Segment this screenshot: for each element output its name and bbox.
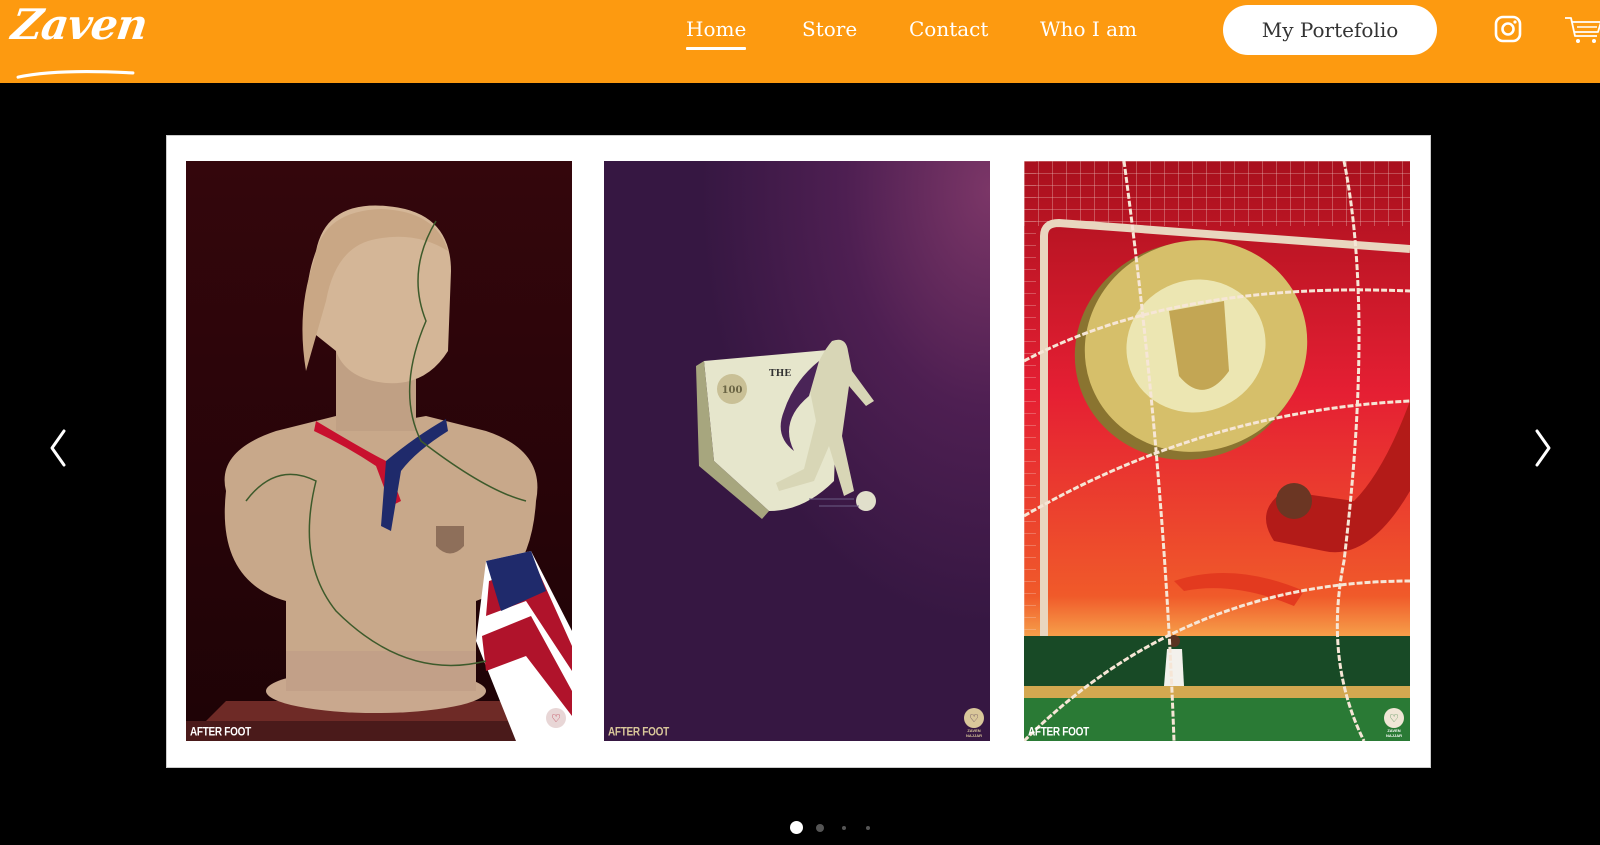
poster-label: AFTER FOOT [1028, 726, 1089, 739]
nav-home[interactable]: Home [686, 14, 747, 50]
bill-text: THE [769, 369, 791, 379]
pagination-dot-1-active[interactable] [790, 821, 803, 834]
slide-frame: AFTER FOOT ♡ ZAVEN NAJJAR 100 THE AFTER … [166, 135, 1431, 768]
portugal-coin-illustration [1024, 161, 1410, 741]
poster-portugal-coin[interactable]: AFTER FOOT ♡ ZAVEN NAJJAR [1024, 161, 1410, 741]
pagination-dot-3[interactable] [842, 826, 846, 830]
banknote-player-illustration: 100 THE [604, 161, 990, 741]
heart-logo-icon: ♡ [964, 708, 984, 728]
logo-text: Zaven [8, 0, 150, 49]
heart-logo-icon: ♡ [546, 708, 566, 728]
artist-badge: ♡ ZAVEN NAJJAR [545, 708, 567, 738]
pagination-dot-2[interactable] [816, 824, 824, 832]
artist-signature: ZAVEN NAJJAR [1385, 728, 1402, 738]
site-header: Zaven Home Store Contact Who I am My Por… [0, 0, 1600, 83]
poster-label: AFTER FOOT [608, 726, 669, 739]
nav-store[interactable]: Store [802, 14, 857, 44]
gallery-slider: AFTER FOOT ♡ ZAVEN NAJJAR 100 THE AFTER … [0, 83, 1600, 845]
poster-banknote-player[interactable]: 100 THE AFTER FOOT ♡ ZAVEN NAJJAR [604, 161, 990, 741]
poster-bust[interactable]: AFTER FOOT ♡ ZAVEN NAJJAR [186, 161, 572, 741]
nav-who-i-am[interactable]: Who I am [1040, 14, 1137, 44]
artist-signature: ZAVEN NAJJAR [547, 728, 564, 738]
chevron-left-icon [50, 429, 66, 467]
nav-contact[interactable]: Contact [909, 14, 988, 44]
cart-icon[interactable] [1563, 14, 1600, 46]
my-portfolio-button[interactable]: My Portefolio [1223, 5, 1437, 55]
pagination-dot-4[interactable] [866, 826, 870, 830]
bill-value-text: 100 [722, 385, 743, 396]
artist-signature: ZAVEN NAJJAR [965, 728, 982, 738]
chevron-right-icon [1535, 429, 1551, 467]
instagram-icon[interactable] [1494, 15, 1522, 43]
artist-badge: ♡ ZAVEN NAJJAR [1383, 708, 1405, 738]
artist-badge: ♡ ZAVEN NAJJAR [963, 708, 985, 738]
slider-next-button[interactable] [1523, 423, 1563, 473]
zaven-logo[interactable]: Zaven [6, 0, 150, 79]
heart-logo-icon: ♡ [1384, 708, 1404, 728]
bust-illustration [186, 161, 572, 741]
poster-label: AFTER FOOT [190, 726, 251, 739]
slider-prev-button[interactable] [38, 423, 78, 473]
